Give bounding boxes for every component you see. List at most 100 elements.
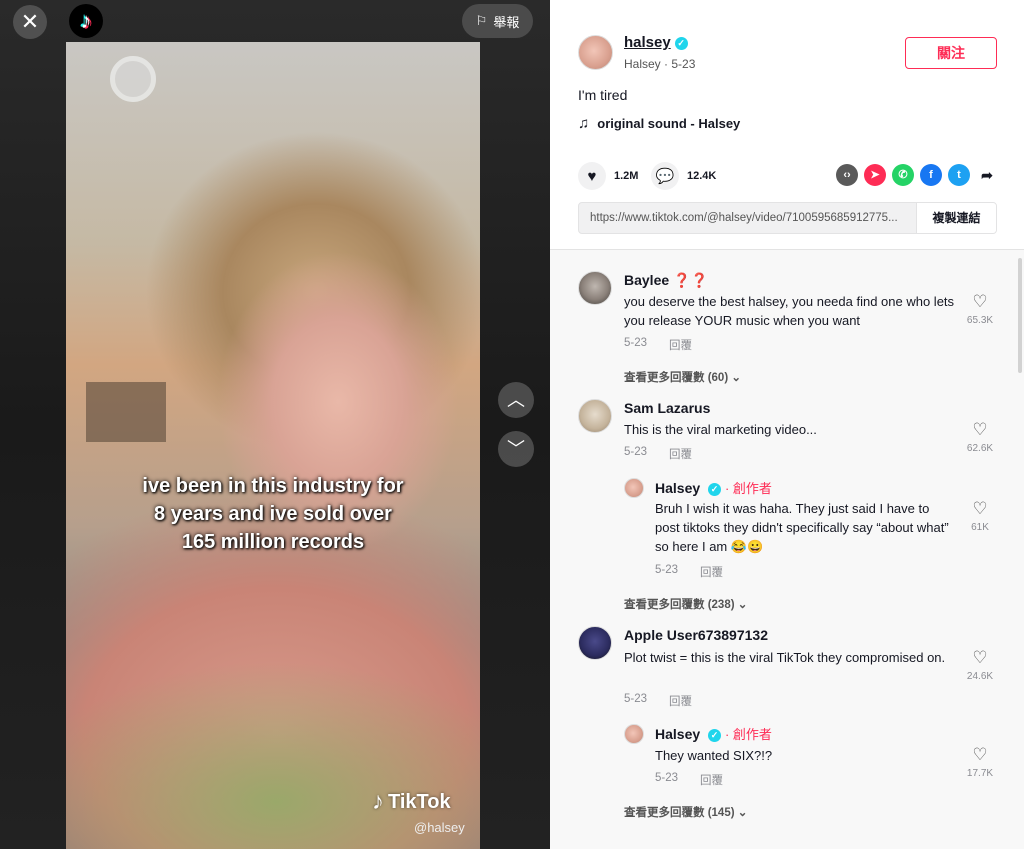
comment-text: Plot twist = this is the viral TikTok th… bbox=[624, 650, 946, 665]
follow-button[interactable]: 關注 bbox=[905, 37, 997, 69]
reply-author[interactable]: Halsey ✓ · 創作者 bbox=[655, 478, 772, 497]
like-count: 1.2M bbox=[614, 170, 639, 182]
author-avatar[interactable] bbox=[578, 35, 613, 70]
embed-icon[interactable]: ‹› bbox=[836, 164, 858, 186]
chevron-down-icon: ⌄ bbox=[731, 372, 741, 384]
view-more-replies-label[interactable]: 查看更多回覆數 (238) bbox=[624, 599, 735, 611]
reply-button[interactable]: 回覆 bbox=[669, 337, 692, 353]
author-username[interactable]: halsey ✓ bbox=[624, 34, 688, 51]
tiktok-logo-icon[interactable]: ♪ bbox=[69, 4, 103, 38]
chevron-up-icon: ︿ bbox=[507, 390, 525, 410]
creator-badge: · 創作者 bbox=[724, 481, 772, 496]
video-frame[interactable] bbox=[66, 42, 480, 849]
twitter-icon[interactable]: t bbox=[948, 164, 970, 186]
comment-like[interactable]: ♡ 62.6K bbox=[960, 420, 1000, 454]
report-label: 舉報 bbox=[493, 14, 520, 30]
author-display-name: Halsey bbox=[624, 57, 661, 71]
commenter-avatar[interactable] bbox=[578, 626, 612, 660]
heart-outline-icon[interactable]: ♡ bbox=[960, 499, 1000, 519]
comment-date: 5-23 bbox=[624, 693, 648, 705]
whatsapp-icon[interactable]: ✆ bbox=[892, 164, 914, 186]
report-button[interactable]: ⚐ 舉報 bbox=[462, 4, 533, 38]
comment-stat[interactable]: 💬 12.4K bbox=[651, 162, 716, 190]
comment-count: 12.4K bbox=[687, 170, 717, 182]
comment-like-count: 65.3K bbox=[966, 315, 994, 326]
detail-panel: halsey ✓ Halsey · 5-23 關注 I'm tired ♫ ori… bbox=[550, 0, 1024, 849]
close-icon: ✕ bbox=[20, 9, 40, 34]
commenter-name[interactable]: Sam Lazarus bbox=[624, 400, 710, 416]
music-title[interactable]: original sound - Halsey bbox=[597, 116, 740, 131]
copy-link-button[interactable]: 複製連結 bbox=[916, 203, 996, 233]
share-link-box: https://www.tiktok.com/@halsey/video/710… bbox=[578, 202, 997, 234]
view-more-replies-label[interactable]: 查看更多回覆數 (60) bbox=[624, 372, 728, 384]
reply-avatar[interactable] bbox=[624, 478, 644, 498]
comment-date: 5-23 bbox=[624, 337, 648, 349]
verified-icon: ✓ bbox=[674, 37, 688, 50]
view-more-replies[interactable]: 查看更多回覆數 (60) ⌄ bbox=[624, 369, 741, 385]
heart-outline-icon[interactable]: ♡ bbox=[960, 648, 1000, 668]
chevron-down-icon: ﹀ bbox=[507, 439, 525, 459]
comment-scrollbar[interactable] bbox=[1018, 258, 1022, 373]
comment-list[interactable]: Baylee ❓❓ you deserve the best halsey, y… bbox=[550, 251, 1024, 849]
reply-button[interactable]: 回覆 bbox=[669, 446, 692, 462]
comment-icon[interactable]: 💬 bbox=[651, 162, 679, 190]
flag-icon: ⚐ bbox=[475, 13, 488, 28]
reply-button[interactable]: 回覆 bbox=[700, 564, 723, 580]
heart-icon[interactable]: ♥ bbox=[578, 162, 606, 190]
reply-like[interactable]: ♡ 61K bbox=[960, 499, 1000, 533]
view-more-replies[interactable]: 查看更多回覆數 (145) ⌄ bbox=[624, 804, 747, 820]
reply-text: They wanted SIX?!? bbox=[655, 748, 773, 763]
reply-like-count: 17.7K bbox=[966, 768, 994, 779]
heart-outline-icon[interactable]: ♡ bbox=[960, 745, 1000, 765]
reply-like[interactable]: ♡ 17.7K bbox=[960, 745, 1000, 779]
author-subline: Halsey · 5-23 bbox=[624, 57, 695, 71]
video-player[interactable]: ive been in this industry for 8 years an… bbox=[0, 0, 550, 849]
video-caption-overlay: ive been in this industry for 8 years an… bbox=[66, 472, 480, 556]
forward-icon[interactable]: ➦ bbox=[976, 164, 998, 186]
reply-button[interactable]: 回覆 bbox=[669, 693, 692, 709]
commenter-avatar[interactable] bbox=[578, 271, 612, 305]
music-note-icon: ♫ bbox=[578, 115, 590, 132]
facebook-icon[interactable]: f bbox=[920, 164, 942, 186]
commenter-name[interactable]: Baylee ❓❓ bbox=[624, 272, 708, 289]
heart-outline-icon[interactable]: ♡ bbox=[960, 292, 1000, 312]
close-button[interactable]: ✕ bbox=[13, 5, 47, 39]
share-link-url[interactable]: https://www.tiktok.com/@halsey/video/710… bbox=[590, 212, 916, 224]
comment-like[interactable]: ♡ 24.6K bbox=[960, 648, 1000, 682]
reply-author[interactable]: Halsey ✓ · 創作者 bbox=[655, 724, 772, 743]
view-more-replies-label[interactable]: 查看更多回覆數 (145) bbox=[624, 807, 735, 819]
comment-meta: 5-23 回覆 bbox=[624, 693, 692, 709]
verified-icon: ✓ bbox=[708, 483, 722, 496]
verified-icon: ✓ bbox=[708, 729, 722, 742]
like-stat[interactable]: ♥ 1.2M bbox=[578, 162, 638, 190]
creator-badge: · 創作者 bbox=[724, 727, 772, 742]
comment-text: you deserve the best halsey, you needa f… bbox=[624, 294, 955, 328]
comment-meta: 5-23 回覆 bbox=[624, 446, 692, 462]
reply-like-count: 61K bbox=[971, 522, 989, 533]
comment-like[interactable]: ♡ 65.3K bbox=[960, 292, 1000, 326]
overlay-line: ive been in this industry for bbox=[142, 475, 404, 497]
author-username-text[interactable]: halsey bbox=[624, 34, 671, 51]
commenter-name[interactable]: Apple User673897132 bbox=[624, 627, 768, 643]
watermark-handle: @halsey bbox=[414, 820, 465, 835]
reply-author-name[interactable]: Halsey bbox=[655, 726, 700, 742]
next-video-button[interactable]: ﹀ bbox=[498, 431, 534, 467]
send-icon[interactable]: ➤ bbox=[864, 164, 886, 186]
comment-text: This is the viral marketing video... bbox=[624, 422, 817, 437]
heart-outline-icon[interactable]: ♡ bbox=[960, 420, 1000, 440]
ceiling-light bbox=[110, 56, 156, 102]
overlay-line: 8 years and ive sold over bbox=[154, 503, 392, 525]
music-link[interactable]: ♫ original sound - Halsey bbox=[578, 115, 740, 132]
previous-video-button[interactable]: ︿ bbox=[498, 382, 534, 418]
reply-author-name[interactable]: Halsey bbox=[655, 480, 700, 496]
comment-date: 5-23 bbox=[624, 446, 648, 458]
reply-date: 5-23 bbox=[655, 772, 679, 784]
reply-text: Bruh I wish it was haha. They just said … bbox=[655, 501, 949, 554]
reply-button[interactable]: 回覆 bbox=[700, 772, 723, 788]
commenter-avatar[interactable] bbox=[578, 399, 612, 433]
view-more-replies[interactable]: 查看更多回覆數 (238) ⌄ bbox=[624, 596, 747, 612]
comment-like-count: 24.6K bbox=[966, 671, 994, 682]
reply-avatar[interactable] bbox=[624, 724, 644, 744]
reply-date: 5-23 bbox=[655, 564, 679, 576]
tiktok-watermark: ♪ TikTok bbox=[372, 788, 451, 816]
